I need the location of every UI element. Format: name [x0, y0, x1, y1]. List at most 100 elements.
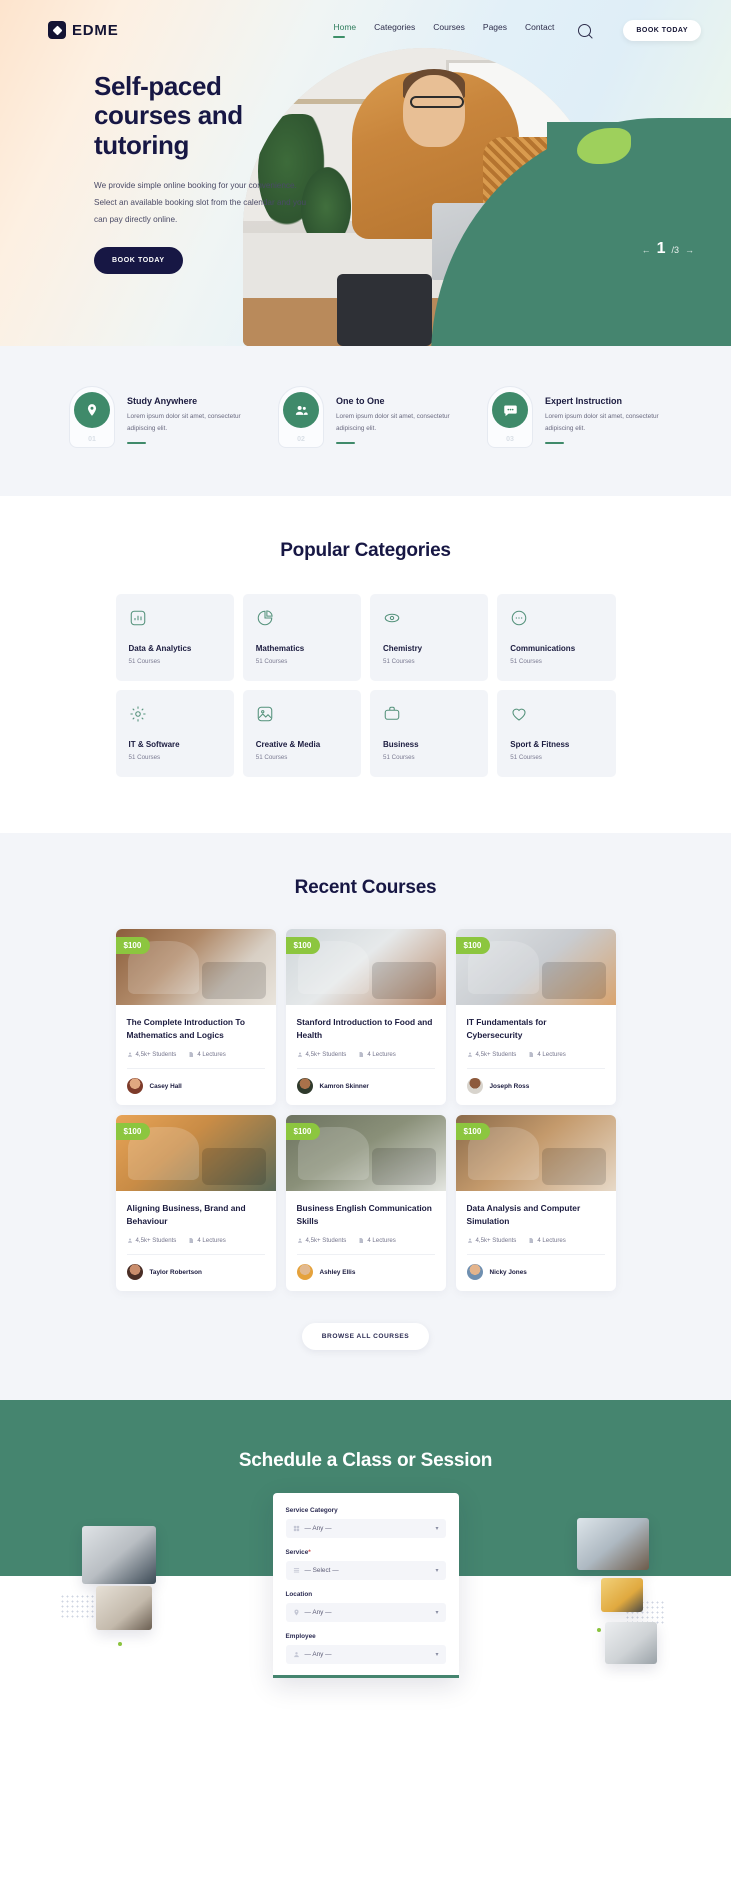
hero-copy: Self-paced courses and tutoring We provi… [0, 46, 320, 274]
nav-item-home[interactable]: Home [333, 22, 356, 39]
user-icon [467, 1238, 472, 1243]
hero-slider-pagination: ← 1 /3 → [642, 240, 694, 258]
course-students: 4,5k+ Students [297, 1051, 346, 1058]
course-lectures: 4 Lectures [358, 1237, 396, 1244]
category-card-mathematics[interactable]: Mathematics 51 Courses [242, 594, 361, 681]
selected-value: — Any — [304, 1651, 332, 1658]
feature-title: Study Anywhere [127, 396, 198, 406]
selected-value: — Any — [304, 1525, 332, 1532]
feature-description: Lorem ipsum dolor sit amet, consectetur … [336, 413, 450, 432]
category-card-sport-fitness[interactable]: Sport & Fitness 51 Courses [497, 690, 616, 777]
course-thumbnail: $100 [285, 1115, 446, 1191]
chevron-down-icon: ▾ [435, 1526, 439, 1532]
hero-title: Self-paced courses and tutoring [94, 71, 320, 160]
category-card-it-software[interactable]: IT & Software 51 Courses [115, 690, 234, 777]
course-title: Business English Communication Skills [296, 1203, 432, 1226]
location-select[interactable]: — Any — ▾ [285, 1603, 446, 1622]
chat-dots-icon [511, 610, 527, 626]
features-section: 01 Study Anywhere Lorem ipsum dolor sit … [0, 346, 731, 496]
category-count: 51 Courses [255, 754, 288, 761]
collage-photo-right-bottom [605, 1622, 657, 1664]
book-today-nav-button[interactable]: BOOK TODAY [623, 19, 701, 41]
service-select[interactable]: — Select — ▾ [285, 1561, 446, 1580]
search-icon[interactable] [578, 23, 592, 37]
document-icon [529, 1052, 534, 1057]
gear-icon [130, 706, 145, 722]
course-title: The Complete Introduction To Mathematics… [126, 1017, 245, 1040]
hero-title-line-3: tutoring [94, 129, 189, 160]
course-thumbnail: $100 [285, 929, 446, 1005]
category-card-communications[interactable]: Communications 51 Courses [497, 594, 616, 681]
nav-item-categories[interactable]: Categories [374, 22, 415, 39]
course-meta: 4,5k+ Students 4 Lectures [466, 1237, 605, 1255]
author-name: Taylor Robertson [149, 1268, 202, 1276]
course-meta: 4,5k+ Students 4 Lectures [296, 1237, 435, 1255]
decorative-dot [597, 1628, 601, 1632]
selected-value: — Any — [304, 1609, 332, 1616]
employee-select[interactable]: — Any — ▾ [285, 1645, 446, 1664]
field-label: Service Category [285, 1507, 338, 1514]
slider-total-count: /3 [671, 245, 679, 255]
user-icon [127, 1238, 132, 1243]
course-title: Stanford Introduction to Food and Health [296, 1017, 433, 1040]
course-thumbnail: $100 [115, 1115, 276, 1191]
course-card[interactable]: $100 IT Fundamentals for Cybersecurity 4… [455, 929, 616, 1105]
course-card[interactable]: $100 Aligning Business, Brand and Behavi… [115, 1115, 276, 1291]
avatar [296, 1264, 313, 1280]
course-card[interactable]: $100 The Complete Introduction To Mathem… [115, 929, 276, 1105]
nav-item-contact[interactable]: Contact [525, 22, 554, 39]
collage-photo-left-top [82, 1526, 156, 1584]
category-name: IT & Software [128, 740, 180, 749]
course-price-badge: $100 [285, 937, 321, 954]
course-lectures: 4 Lectures [528, 1237, 566, 1244]
course-title: IT Fundamentals for Cybersecurity [466, 1017, 547, 1040]
nav-item-courses[interactable]: Courses [433, 22, 465, 39]
hero-title-line-1: Self-paced [94, 71, 222, 101]
hero-title-line-2: courses and [94, 100, 243, 131]
arrow-right-icon[interactable]: → [685, 245, 694, 255]
feature-badge: 03 [487, 386, 533, 448]
category-count: 51 Courses [255, 658, 288, 665]
avatar [126, 1078, 143, 1094]
course-author: Nicky Jones [456, 1255, 616, 1291]
arrow-left-icon[interactable]: ← [642, 245, 651, 255]
grid-icon [293, 1525, 299, 1532]
course-students: 4,5k+ Students [467, 1237, 516, 1244]
field-service-category: Service Category — Any — ▾ [285, 1507, 446, 1538]
nav-item-pages[interactable]: Pages [483, 22, 507, 39]
course-meta: 4,5k+ Students 4 Lectures [126, 1237, 265, 1255]
author-name: Joseph Ross [489, 1082, 530, 1090]
browse-all-courses-button[interactable]: BROWSE ALL COURSES [301, 1323, 430, 1350]
category-count: 51 Courses [383, 754, 415, 761]
category-card-chemistry[interactable]: Chemistry 51 Courses [370, 594, 489, 681]
avatar [466, 1264, 483, 1280]
selected-value: — Select — [304, 1567, 339, 1574]
field-service: Service* — Select — ▾ [285, 1549, 446, 1580]
avatar [466, 1078, 483, 1094]
course-author: Kamron Skinner [286, 1069, 446, 1105]
service-category-select[interactable]: — Any — ▾ [285, 1519, 446, 1538]
category-card-creative-media[interactable]: Creative & Media 51 Courses [242, 690, 361, 777]
course-card[interactable]: $100 Business English Communication Skil… [285, 1115, 446, 1291]
brand-logo[interactable]: EDME [48, 21, 119, 39]
pie-chart-icon [257, 610, 273, 626]
category-count: 51 Courses [510, 658, 542, 665]
location-pin-icon [74, 392, 110, 428]
category-name: Communications [510, 644, 576, 653]
feature-one-to-one: 02 One to One Lorem ipsum dolor sit amet… [278, 386, 453, 448]
hero-book-today-button[interactable]: BOOK TODAY [94, 246, 183, 274]
category-count: 51 Courses [128, 754, 161, 761]
brand-name: EDME [72, 21, 119, 39]
chevron-down-icon: ▾ [435, 1652, 439, 1658]
category-card-business[interactable]: Business 51 Courses [370, 690, 489, 777]
collage-photo-left-bottom [96, 1586, 152, 1630]
course-lectures: 4 Lectures [188, 1051, 226, 1058]
category-count: 51 Courses [128, 658, 161, 665]
chat-bubble-icon [492, 392, 528, 428]
category-card-data-analytics[interactable]: Data & Analytics 51 Courses [115, 594, 234, 681]
course-card[interactable]: $100 Stanford Introduction to Food and H… [285, 929, 446, 1105]
course-card[interactable]: $100 Data Analysis and Computer Simulati… [455, 1115, 616, 1291]
location-pin-icon [293, 1609, 299, 1616]
user-icon [467, 1052, 472, 1057]
course-thumbnail: $100 [455, 1115, 616, 1191]
